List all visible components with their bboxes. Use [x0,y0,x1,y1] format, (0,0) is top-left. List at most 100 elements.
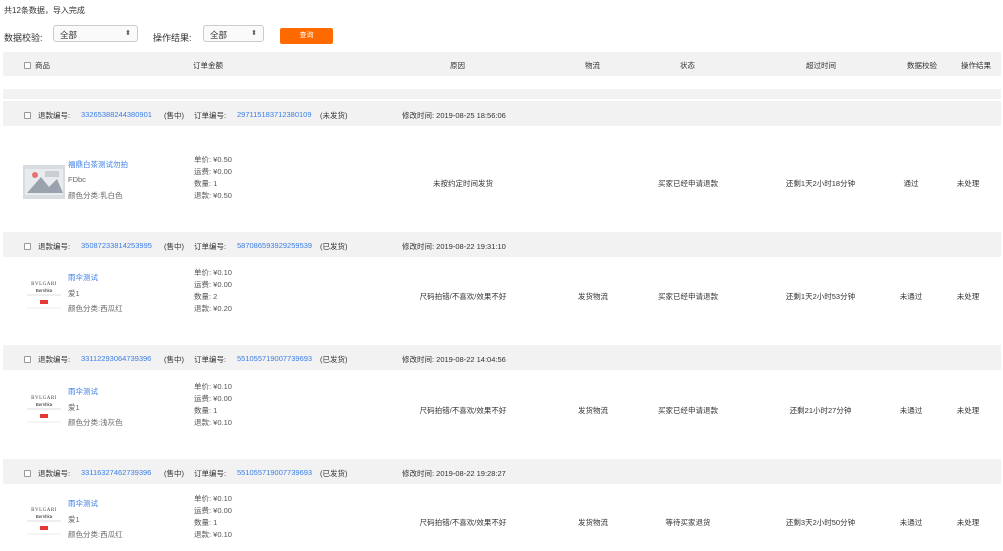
refund-amount: 退款: ¥0.10 [194,530,232,539]
op-result-select[interactable]: 全部 ⬍ [203,25,264,42]
modified-time: 修改时间: 2019-08-22 19:28:27 [402,469,506,478]
modified-time: 修改时间: 2019-08-25 18:56:06 [402,111,506,120]
shipping-fee: 运费: ¥0.00 [194,506,232,515]
product-sku: 爱1 [68,289,80,298]
product-color: 颜色分类:浅灰色 [68,418,123,427]
refund-no-link[interactable]: 33265388244380901 [81,110,152,119]
order-no-label: 订单编号: [194,242,227,251]
data-check-select[interactable]: 全部 ⬍ [53,25,138,42]
check-result: 未通过 [899,292,923,301]
status-link[interactable]: 等待买家退货 [633,517,743,528]
product-thumbnail[interactable] [23,165,65,199]
op-result: 未处理 [956,179,980,188]
product-color: 颜色分类:西瓜红 [68,304,123,313]
unit-price: 单价: ¥0.10 [194,382,232,391]
op-result: 未处理 [956,292,980,301]
reason-text: 尺码拍错/不喜欢/效果不好 [419,292,507,301]
thumb-brand-text: BVLGARI [31,396,57,401]
refund-no-label: 退款编号: [38,355,71,364]
import-summary: 共12条数据，导入完成 [4,6,85,15]
quantity: 数量: 1 [194,406,218,415]
check-result: 未通过 [899,518,923,527]
group-checkbox[interactable] [24,110,31,119]
product-name-link[interactable]: 雨伞测试 [68,272,98,283]
group-checkbox[interactable] [24,354,31,363]
unit-price: 单价: ¥0.10 [194,494,232,503]
reason-text: 未按约定时间发货 [433,179,493,188]
product-sku: 爱1 [68,403,80,412]
op-result-label: 操作结果: [153,33,192,43]
data-check-value: 全部 [60,30,78,40]
product-color: 颜色分类:乳白色 [68,191,123,200]
refund-no-label: 退款编号: [38,242,71,251]
product-thumbnail[interactable]: BVLGARI Bershka [23,278,65,312]
logistics-text: 发货物流 [578,518,608,527]
query-button[interactable]: 查询 [280,28,333,44]
timeout-text: 还剩21小时27分钟 [789,406,852,415]
product-sku: FDbc [68,175,86,184]
thumb-sub-text: Bershka [36,402,53,407]
shipping-fee: 运费: ¥0.00 [194,394,232,403]
col-status: 状态 [680,61,695,70]
refund-state: (售中) [164,242,184,251]
op-result: 未处理 [956,518,980,527]
refund-no-label: 退款编号: [38,469,71,478]
refund-no-link[interactable]: 35087233814253995 [81,241,152,250]
group-spacer [3,89,1001,99]
table-row: BVLGARI Bershka 雨伞测试 爱1 颜色分类:西瓜红 单价: ¥0.10 运费:… [3,490,1001,551]
data-check-label: 数据校验: [4,33,43,43]
col-amount: 订单金额 [193,61,223,70]
refund-no-label: 退款编号: [38,111,71,120]
product-thumbnail[interactable]: BVLGARI Bershka [23,392,65,426]
col-timeout: 超过时间 [806,61,836,70]
order-state: (已发货) [320,355,348,364]
status-link[interactable]: 买家已经申请退款 [633,291,743,302]
col-reason: 原因 [450,61,465,70]
product-name-link[interactable]: 雨伞测试 [68,386,98,397]
select-all-checkbox[interactable] [24,60,31,69]
status-link[interactable]: 买家已经申请退款 [633,178,743,189]
product-name-link[interactable]: 福鼎白茶测试勿拍 [68,159,128,170]
refund-no-link[interactable]: 33116327462739396 [81,468,151,477]
op-result: 未处理 [956,406,980,415]
shipping-fee: 运费: ¥0.00 [194,280,232,289]
check-result: 通过 [903,179,919,188]
shipping-fee: 运费: ¥0.00 [194,167,232,176]
group-checkbox[interactable] [24,468,31,477]
refund-state: (售中) [164,355,184,364]
unit-price: 单价: ¥0.10 [194,268,232,277]
refund-state: (售中) [164,469,184,478]
order-no-link[interactable]: 551055719007739693 [237,468,312,477]
status-link[interactable]: 买家已经申请退款 [633,405,743,416]
refund-amount: 退款: ¥0.50 [194,191,232,200]
modified-time: 修改时间: 2019-08-22 14:04:56 [402,355,506,364]
order-no-link[interactable]: 551055719007739693 [237,354,312,363]
order-no-link[interactable]: 297115183712380109 [237,110,312,119]
table-row: 福鼎白茶测试勿拍 FDbc 颜色分类:乳白色 单价: ¥0.50 运费: ¥0.00 数量… [3,147,1001,217]
refund-amount: 退款: ¥0.20 [194,304,232,313]
thumb-brand-text: BVLGARI [31,508,57,513]
order-no-link[interactable]: 587086593929259539 [237,241,312,250]
timeout-text: 还剩1天2小时18分钟 [785,179,856,188]
quantity: 数量: 1 [194,518,218,527]
modified-time: 修改时间: 2019-08-22 19:31:10 [402,242,506,251]
refund-group-header: 退款编号: 33265388244380901 (售中) 订单编号: 297115183… [3,101,1001,126]
refund-group-header: 退款编号: 33116327462739396 (售中) 订单编号: 551055719… [3,459,1001,484]
chevron-updown-icon: ⬍ [125,30,131,37]
thumb-sub-text: Bershka [36,514,53,519]
thumb-brand-text: BVLGARI [31,282,57,287]
refund-no-link[interactable]: 33112293064739396 [81,354,151,363]
product-thumbnail[interactable]: BVLGARI Bershka [23,504,65,538]
col-product: 商品 [35,61,50,70]
col-logistics: 物流 [585,61,600,70]
reason-text: 尺码拍错/不喜欢/效果不好 [419,406,507,415]
chevron-updown-icon: ⬍ [251,30,257,37]
product-name-link[interactable]: 雨伞测试 [68,498,98,509]
product-color: 颜色分类:西瓜红 [68,530,123,539]
order-no-label: 订单编号: [194,469,227,478]
refund-group-header: 退款编号: 35087233814253995 (售中) 订单编号: 587086593… [3,232,1001,257]
table-row: BVLGARI Bershka 雨伞测试 爱1 颜色分类:西瓜红 单价: ¥0.10 运费:… [3,262,1001,327]
thumb-sub-text: Bershka [36,288,53,293]
op-result-value: 全部 [210,30,228,40]
group-checkbox[interactable] [24,241,31,250]
